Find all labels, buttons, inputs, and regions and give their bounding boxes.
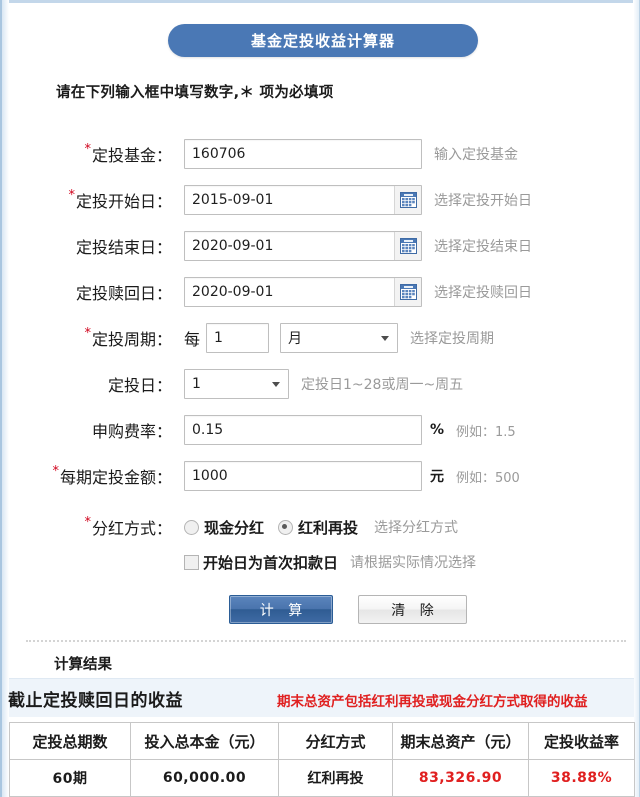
required-star: * xyxy=(84,326,91,341)
tip-fee-rate: 例如：1.5 xyxy=(456,424,516,440)
form-row-end-date: *定投结束日： xyxy=(9,223,634,269)
col-total-principal: 投入总本金（元） xyxy=(130,722,279,760)
amount-unit: 元 xyxy=(430,469,444,485)
radio-reinvest-dividend-label: 红利再投 xyxy=(298,518,359,537)
table-header-row: 定投总期数 投入总本金（元） 分红方式 期末总资产（元） 定投收益率 xyxy=(9,722,635,760)
calendar-icon[interactable] xyxy=(394,278,421,306)
required-star: * xyxy=(84,515,91,530)
form-row-fee-rate: *申购费率： % 例如：1.5 xyxy=(9,407,634,453)
result-band-heading: 截止定投赎回日的收益 xyxy=(8,691,183,711)
tip-start-date: 选择定投开始日 xyxy=(434,193,532,209)
label-dividend: *分红方式： xyxy=(84,515,172,538)
cell-final-assets: 83,326.90 xyxy=(392,759,529,797)
fund-sip-calculator-page: 基金定投收益计算器 请在下列输入框中填写数字,＊ 项为必填项 *定投基金： 输入… xyxy=(0,0,640,797)
redeem-date-wrapper xyxy=(184,277,422,307)
period-unit-value: 月 xyxy=(288,331,303,347)
radio-cash-dividend-label: 现金分红 xyxy=(204,518,265,537)
form-row-start-date: *定投开始日： 2015-09-01 选择定投开始日 xyxy=(9,177,634,223)
tip-invest-day: 定投日1~28或周一~周五 xyxy=(301,377,464,393)
tip-amount: 例如：500 xyxy=(456,470,520,486)
form-row-redeem-date: *定投赎回日： xyxy=(9,269,634,315)
form-row-dividend: *分红方式： 现金分红 红利再投 选择分红方式 xyxy=(9,513,634,541)
cell-total-principal: 60,000.00 xyxy=(130,759,279,797)
label-start-date: *定投开始日： xyxy=(68,188,172,211)
label-fund-code: *定投基金： xyxy=(84,142,172,165)
start-date-wrapper xyxy=(184,185,422,215)
label-period: *定投周期： xyxy=(84,326,172,349)
chevron-down-icon xyxy=(381,336,390,341)
radio-cash-dividend[interactable] xyxy=(184,519,199,535)
label-invest-day: *定投日： xyxy=(107,376,172,395)
required-star: * xyxy=(84,142,91,157)
radio-reinvest-dividend[interactable] xyxy=(278,519,294,535)
invest-day-select[interactable]: 1 xyxy=(184,369,289,399)
calendar-icon-glyph xyxy=(399,284,417,300)
tip-period: 选择定投周期 xyxy=(410,331,495,347)
label-redeem-date: *定投赎回日： xyxy=(75,284,172,303)
form-row-first-deduction: 开始日为首次扣款日 请根据实际情况选择 xyxy=(9,548,634,576)
tip-end-date: 选择定投结束日 xyxy=(434,239,532,255)
cell-dividend-method: 红利再投 xyxy=(278,759,393,797)
col-dividend-method: 分红方式 xyxy=(278,722,393,760)
fee-rate-input[interactable] xyxy=(184,415,422,445)
calendar-icon[interactable] xyxy=(394,232,421,260)
result-band-note: 期末总资产包括红利再投或现金分红方式取得的收益 xyxy=(277,694,588,710)
period-prefix-label: 每 xyxy=(184,330,201,349)
end-date-wrapper xyxy=(184,231,422,261)
page-frame-right xyxy=(633,0,640,797)
period-unit-select[interactable]: 月 xyxy=(280,323,399,353)
label-fee-rate: *申购费率： xyxy=(91,422,172,441)
calculate-button[interactable]: 计 算 xyxy=(229,595,333,624)
chevron-down-icon xyxy=(272,382,280,387)
form-row-amount: *每期定投金额： 元 例如：500 xyxy=(9,453,634,499)
form-row-fund-code: *定投基金： 输入定投基金 xyxy=(9,131,634,177)
table-row: 60期 60,000.00 红利再投 83,326.90 38.88% xyxy=(9,759,635,797)
result-table: 定投总期数 投入总本金（元） 分红方式 期末总资产（元） 定投收益率 60期 6… xyxy=(9,722,635,797)
col-final-assets: 期末总资产（元） xyxy=(392,722,529,760)
calendar-icon-glyph xyxy=(399,192,417,208)
tip-fund-code: 输入定投基金 xyxy=(434,147,518,163)
fund-code-input[interactable] xyxy=(184,139,422,169)
label-amount: *每期定投金额： xyxy=(52,464,172,487)
calendar-icon[interactable] xyxy=(394,186,421,214)
start-date-input[interactable] xyxy=(184,185,422,215)
form-row-period: *定投周期： 每 月 选择定投周期 xyxy=(9,315,634,361)
checkbox-first-deduction-day[interactable] xyxy=(184,554,199,570)
col-return-rate: 定投收益率 xyxy=(528,722,635,760)
form-hint-text: 请在下列输入框中填写数字,＊ 项为必填项 xyxy=(56,85,334,101)
redeem-date-input[interactable] xyxy=(184,277,422,307)
tip-dividend: 选择分红方式 xyxy=(374,520,459,536)
tip-first-deduction: 请根据实际情况选择 xyxy=(350,555,477,571)
cell-return-rate: 38.88% xyxy=(528,759,635,797)
required-star: * xyxy=(52,464,59,479)
page-frame-left xyxy=(0,0,9,797)
label-end-date: *定投结束日： xyxy=(75,238,172,257)
cell-total-periods: 60期 xyxy=(9,759,131,797)
page-title: 基金定投收益计算器 xyxy=(168,24,478,57)
clear-button[interactable]: 清 除 xyxy=(358,595,467,624)
result-section-title: 计算结果 xyxy=(54,657,112,673)
col-total-periods: 定投总期数 xyxy=(9,722,131,760)
invest-day-value: 1 xyxy=(192,376,201,392)
fee-rate-unit: % xyxy=(430,422,445,438)
calendar-icon-glyph xyxy=(399,238,417,254)
form-row-invest-day: *定投日： 1 定投日1~28或周一~周五 xyxy=(9,361,634,407)
tip-redeem-date: 选择定投赎回日 xyxy=(434,285,532,301)
amount-input[interactable] xyxy=(184,461,422,491)
first-deduction-group: 开始日为首次扣款日 请根据实际情况选择 xyxy=(184,552,476,573)
end-date-input[interactable] xyxy=(184,231,422,261)
required-star: * xyxy=(68,188,75,203)
section-divider xyxy=(26,640,626,642)
dividend-radio-group: 现金分红 红利再投 选择分红方式 xyxy=(184,517,458,538)
checkbox-first-deduction-day-label: 开始日为首次扣款日 xyxy=(203,553,339,572)
period-count-input[interactable] xyxy=(206,323,270,353)
